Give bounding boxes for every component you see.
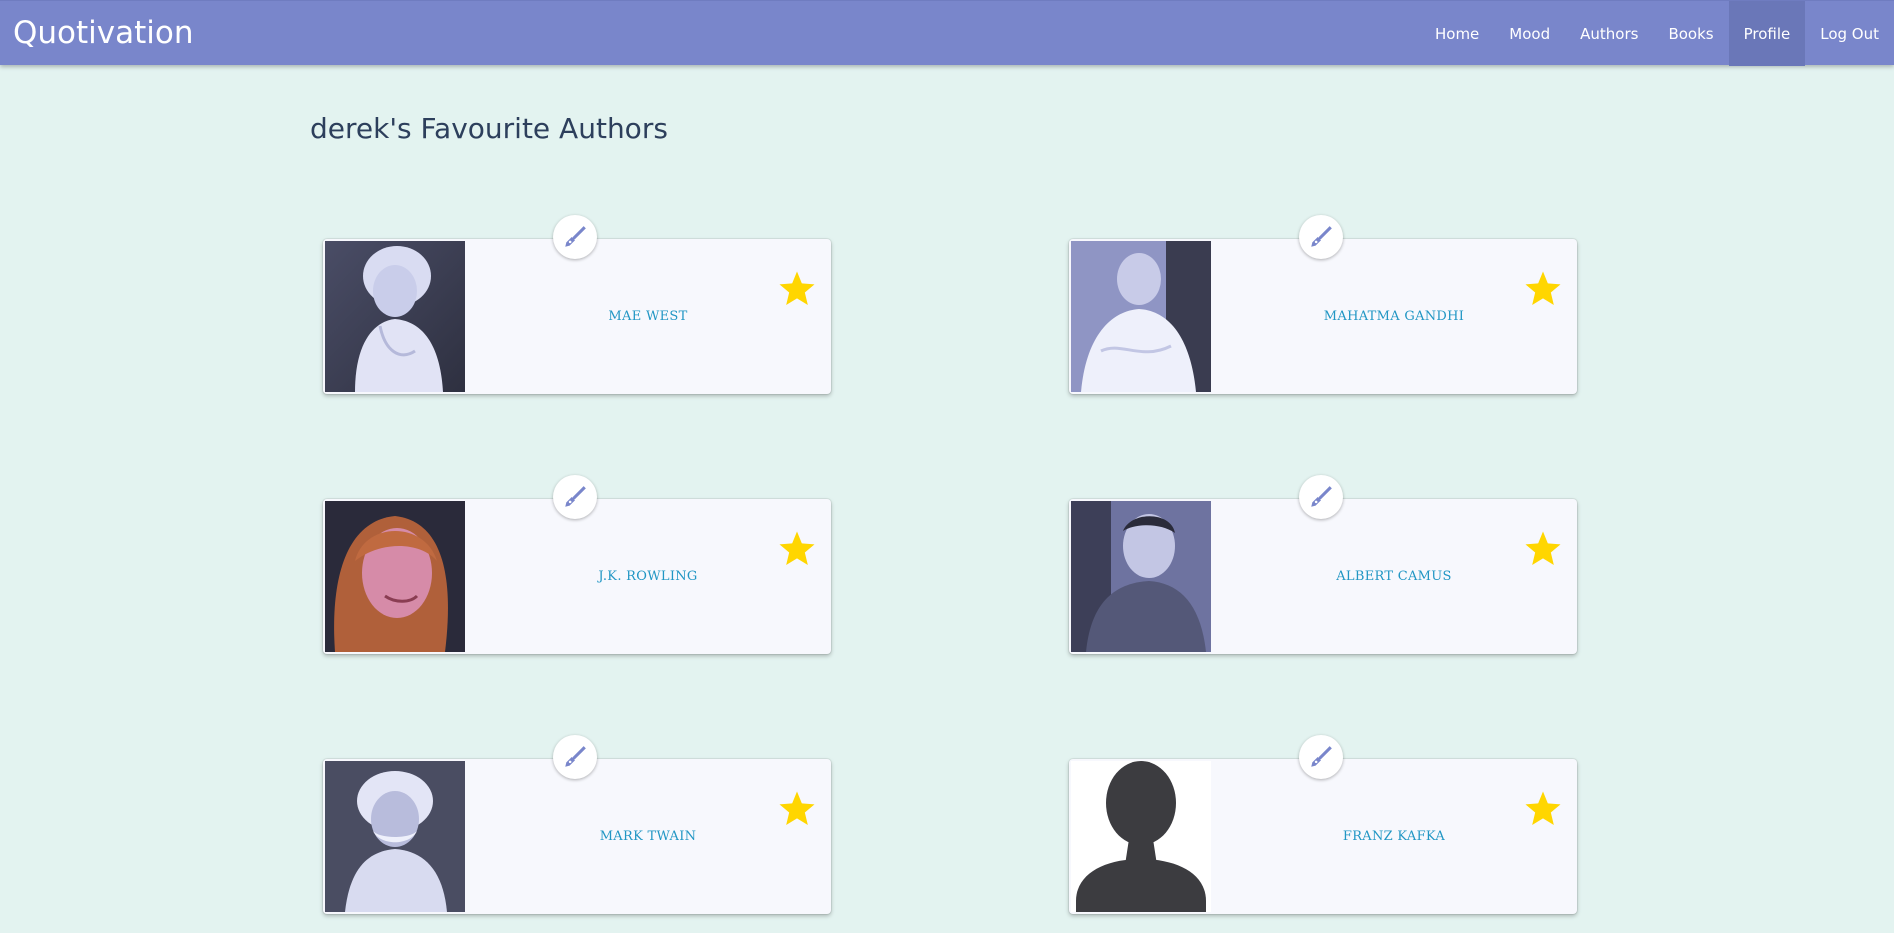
star-icon[interactable] (1523, 529, 1563, 569)
nav-books[interactable]: Books (1653, 1, 1728, 66)
author-name[interactable]: ALBERT CAMUS (1211, 569, 1577, 584)
page-title: derek's Favourite Authors (310, 112, 668, 145)
fountain-pen-icon (565, 486, 586, 507)
nav-home[interactable]: Home (1420, 1, 1494, 66)
star-icon[interactable] (777, 529, 817, 569)
author-badge[interactable] (1299, 475, 1343, 519)
author-card[interactable]: MAE WEST (323, 215, 831, 394)
nav-profile[interactable]: Profile (1728, 1, 1806, 66)
fountain-pen-icon (1311, 486, 1332, 507)
brand-logo[interactable]: Quotivation (13, 15, 194, 51)
author-photo[interactable] (1071, 501, 1211, 652)
author-card[interactable]: J.K. ROWLING (323, 475, 831, 654)
nav-authors[interactable]: Authors (1565, 1, 1653, 66)
author-name[interactable]: MAE WEST (465, 309, 831, 324)
author-card[interactable]: ALBERT CAMUS (1069, 475, 1577, 654)
author-card[interactable]: FRANZ KAFKA (1069, 735, 1577, 914)
star-icon[interactable] (777, 269, 817, 309)
author-badge[interactable] (1299, 215, 1343, 259)
author-card[interactable]: MAHATMA GANDHI (1069, 215, 1577, 394)
fountain-pen-icon (565, 226, 586, 247)
author-name[interactable]: MARK TWAIN (465, 829, 831, 844)
author-card[interactable]: MARK TWAIN (323, 735, 831, 914)
author-badge[interactable] (553, 735, 597, 779)
author-name[interactable]: MAHATMA GANDHI (1211, 309, 1577, 324)
author-badge[interactable] (553, 475, 597, 519)
navbar: Quotivation Home Mood Authors Books Prof… (0, 0, 1894, 66)
nav-links: Home Mood Authors Books Profile Log Out (1420, 1, 1894, 66)
fountain-pen-icon (1311, 226, 1332, 247)
author-photo[interactable] (1071, 241, 1211, 392)
author-name[interactable]: J.K. ROWLING (465, 569, 831, 584)
default-avatar[interactable] (1071, 761, 1211, 912)
fountain-pen-icon (1311, 746, 1332, 767)
author-photo[interactable] (325, 241, 465, 392)
fountain-pen-icon (565, 746, 586, 767)
star-icon[interactable] (1523, 269, 1563, 309)
author-photo[interactable] (325, 501, 465, 652)
nav-logout[interactable]: Log Out (1805, 1, 1894, 66)
star-icon[interactable] (777, 789, 817, 829)
nav-mood[interactable]: Mood (1494, 1, 1565, 66)
star-icon[interactable] (1523, 789, 1563, 829)
author-name[interactable]: FRANZ KAFKA (1211, 829, 1577, 844)
author-badge[interactable] (553, 215, 597, 259)
author-badge[interactable] (1299, 735, 1343, 779)
author-photo[interactable] (325, 761, 465, 912)
